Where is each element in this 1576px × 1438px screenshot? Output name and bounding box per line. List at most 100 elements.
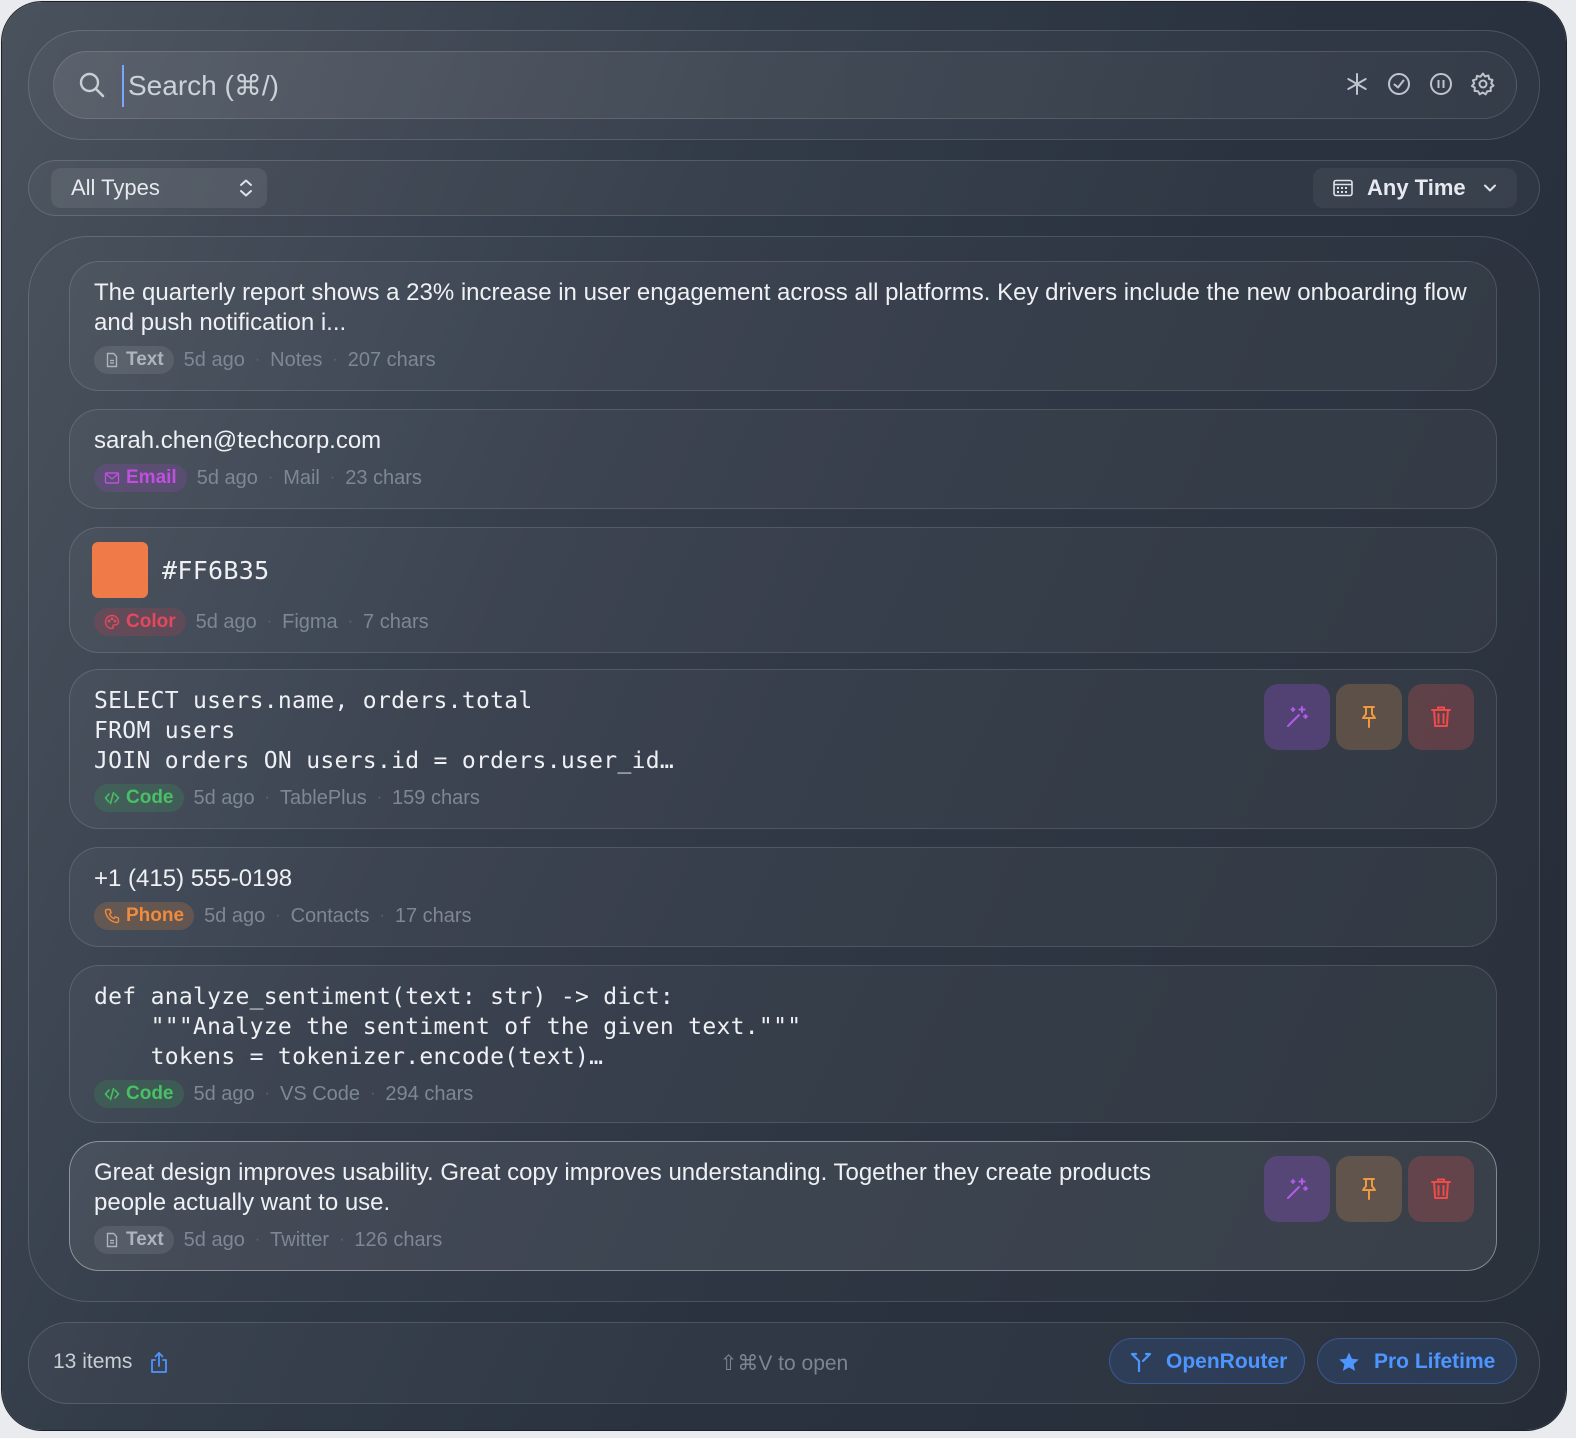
color-swatch xyxy=(92,542,148,598)
item-chars: 7 chars xyxy=(363,610,429,633)
search-container xyxy=(28,30,1540,140)
item-time: 5d ago xyxy=(193,1082,255,1105)
calendar-icon xyxy=(1333,179,1353,197)
time-filter-label: Any Time xyxy=(1367,175,1466,200)
type-badge: Text xyxy=(94,346,174,374)
type-label: Phone xyxy=(126,905,185,926)
clipboard-item[interactable]: def analyze_sentiment(text: str) -> dict… xyxy=(69,965,1497,1123)
pro-lifetime-button[interactable]: Pro Lifetime xyxy=(1317,1338,1517,1384)
trash-icon xyxy=(1431,706,1451,727)
type-badge: Code xyxy=(94,1080,184,1108)
search-input[interactable] xyxy=(122,65,1230,107)
item-content: #FF6B35 xyxy=(162,556,270,585)
pin-button[interactable] xyxy=(1336,1156,1402,1222)
type-label: Text xyxy=(126,1229,164,1250)
delete-button[interactable] xyxy=(1408,1156,1474,1222)
separator: · xyxy=(329,469,336,486)
item-source: Contacts xyxy=(290,904,370,927)
search-bar xyxy=(53,51,1517,119)
item-meta: Text 5d ago · Notes · 207 chars xyxy=(94,346,436,374)
app-window: All Types Any Time The quarterly report … xyxy=(2,2,1566,1430)
pause-circle-icon[interactable] xyxy=(1428,71,1454,97)
code-icon xyxy=(104,791,120,805)
star-icon xyxy=(1339,1352,1359,1371)
pin-icon xyxy=(1362,1178,1376,1200)
separator: · xyxy=(370,1085,376,1102)
code-icon xyxy=(104,1087,120,1101)
type-label: Code xyxy=(126,787,174,808)
separator: · xyxy=(275,907,281,924)
item-time: 5d ago xyxy=(183,348,245,371)
item-actions xyxy=(1264,684,1474,750)
ai-magic-button[interactable] xyxy=(1264,1156,1330,1222)
separator: · xyxy=(254,351,261,368)
envelope-icon xyxy=(104,472,120,484)
type-filter-select[interactable]: All Types xyxy=(51,168,267,208)
item-time: 5d ago xyxy=(193,786,255,809)
palette-icon xyxy=(104,614,120,630)
gear-icon[interactable] xyxy=(1470,71,1496,97)
clipboard-item[interactable]: +1 (415) 555-0198 Phone 5d ago · Contact… xyxy=(69,847,1497,947)
type-badge: Code xyxy=(94,784,184,812)
updown-chevron-icon xyxy=(240,179,252,197)
item-content: sarah.chen@techcorp.com xyxy=(94,427,382,454)
check-circle-icon[interactable] xyxy=(1386,71,1412,97)
pin-button[interactable] xyxy=(1336,684,1402,750)
separator: · xyxy=(332,351,338,368)
search-icon xyxy=(78,71,106,99)
document-icon xyxy=(106,352,118,368)
magic-wand-icon xyxy=(1287,1178,1308,1199)
item-meta: Phone 5d ago · Contacts · 17 chars xyxy=(94,902,472,930)
shortcut-hint: ⇧⌘V to open xyxy=(719,1352,849,1375)
openrouter-button[interactable]: OpenRouter xyxy=(1109,1338,1305,1384)
pin-icon xyxy=(1362,706,1376,728)
ai-magic-button[interactable] xyxy=(1264,684,1330,750)
clipboard-item[interactable]: SELECT users.name, orders.total FROM use… xyxy=(69,669,1497,829)
clipboard-list: The quarterly report shows a 23% increas… xyxy=(28,236,1540,1302)
delete-button[interactable] xyxy=(1408,684,1474,750)
separator: · xyxy=(379,907,385,924)
item-meta: Text 5d ago · Twitter · 126 chars xyxy=(94,1226,442,1254)
item-chars: 17 chars xyxy=(394,904,472,927)
item-source: Twitter xyxy=(270,1228,330,1251)
type-filter-label: All Types xyxy=(71,175,160,200)
item-actions xyxy=(1264,1156,1474,1222)
type-label: Email xyxy=(126,467,177,488)
item-chars: 126 chars xyxy=(354,1228,443,1251)
type-badge: Text xyxy=(94,1226,174,1254)
item-time: 5d ago xyxy=(196,466,258,489)
type-badge: Email xyxy=(94,464,187,492)
item-chars: 23 chars xyxy=(345,466,422,489)
item-source: Mail xyxy=(283,466,320,489)
filter-bar: All Types Any Time xyxy=(28,160,1540,216)
item-content: The quarterly report shows a 23% increas… xyxy=(94,279,1474,336)
item-meta: Email 5d ago · Mail · 23 chars xyxy=(94,464,422,492)
clipboard-item[interactable]: The quarterly report shows a 23% increas… xyxy=(69,261,1497,391)
time-filter-select[interactable]: Any Time xyxy=(1313,168,1517,208)
item-time: 5d ago xyxy=(204,904,266,927)
item-content: +1 (415) 555-0198 xyxy=(94,865,293,892)
item-source: Notes xyxy=(270,348,323,371)
type-label: Code xyxy=(126,1083,174,1104)
item-content: def analyze_sentiment(text: str) -> dict… xyxy=(94,984,802,1070)
toolbar-icons xyxy=(1344,71,1496,97)
openrouter-icon xyxy=(1130,1352,1152,1373)
chevron-down-icon xyxy=(1484,184,1496,192)
item-meta: Code 5d ago · TablePlus · 159 chars xyxy=(94,784,480,812)
openrouter-label: OpenRouter xyxy=(1166,1350,1288,1373)
separator: · xyxy=(264,1085,270,1102)
clipboard-item[interactable]: Great design improves usability. Great c… xyxy=(69,1141,1497,1271)
clipboard-item[interactable]: #FF6B35 Color 5d ago · Figma · 7 chars xyxy=(69,527,1497,653)
separator: · xyxy=(376,789,383,806)
type-label: Text xyxy=(126,349,164,370)
separator: · xyxy=(266,613,273,630)
item-time: 5d ago xyxy=(195,610,257,633)
item-meta: Code 5d ago · VS Code · 294 chars xyxy=(94,1080,473,1108)
type-label: Color xyxy=(126,611,176,632)
clipboard-item[interactable]: sarah.chen@techcorp.com Email 5d ago · M… xyxy=(69,409,1497,509)
separator: · xyxy=(339,1231,345,1248)
item-source: TablePlus xyxy=(280,786,367,809)
asterisk-icon[interactable] xyxy=(1344,71,1370,97)
item-chars: 294 chars xyxy=(385,1082,474,1105)
pro-lifetime-label: Pro Lifetime xyxy=(1374,1350,1496,1373)
